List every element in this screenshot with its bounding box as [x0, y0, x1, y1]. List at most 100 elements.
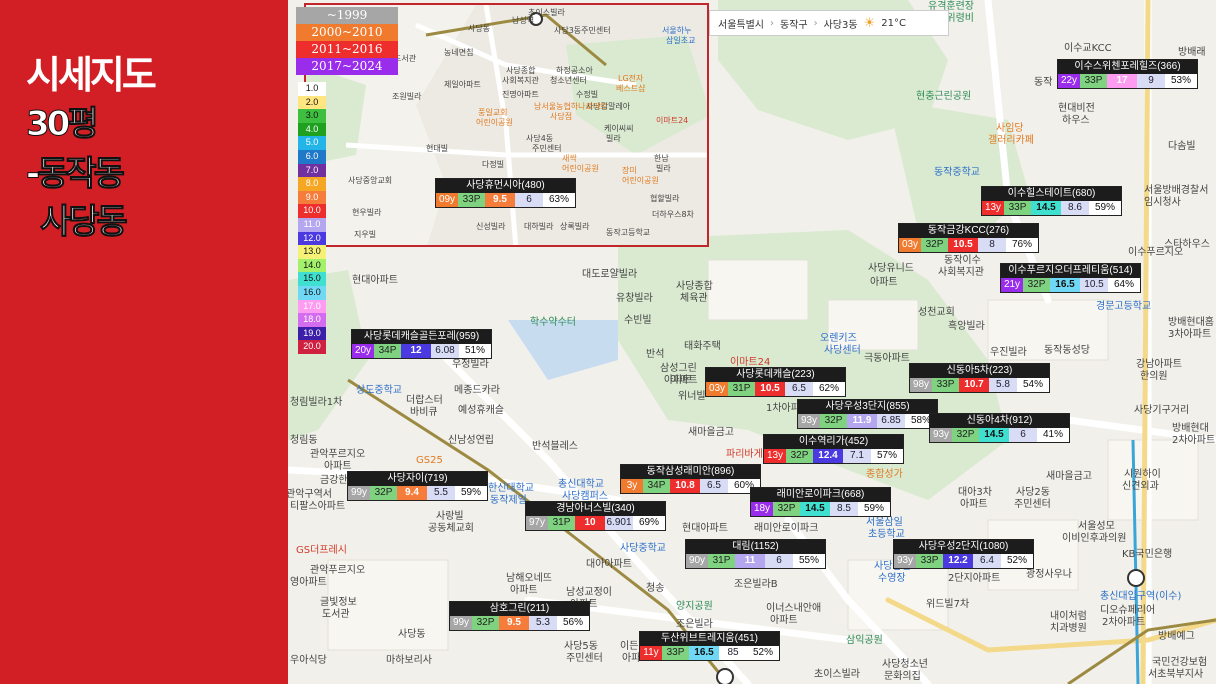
apartment-label[interactable]: 이수스위첸포레힐즈(366) 22y 33P 17 9 53% — [1058, 60, 1197, 88]
apartment-price: 9.5 — [485, 193, 515, 207]
apartment-size: 33P — [662, 646, 689, 660]
place-label: 광정사우나 — [1026, 569, 1072, 580]
price-scale-item: 3.0 — [298, 109, 326, 123]
place-label: 사당청소년 — [882, 659, 928, 670]
place-label: 학수약수터 — [530, 317, 576, 328]
apartment-price: 12 — [401, 344, 431, 358]
place-label: 남해오네뜨 — [506, 573, 552, 584]
place-label: 대도로얄빌라 — [582, 269, 638, 280]
apartment-label[interactable]: 동작삼성래미안(896) 3y 34P 10.8 6.5 60% — [621, 465, 760, 493]
place-label: 이비인후과의원 — [1062, 533, 1127, 544]
inset-place-label: 서울하누 — [662, 26, 692, 35]
apartment-label[interactable]: 사당우성3단지(855) 93y 32P 11.9 6.85 58% — [798, 400, 937, 428]
place-label: 사당2동 — [1016, 487, 1050, 498]
map-viewport[interactable]: 유격훈련장 전적위령비 이수교KCC 방배래 동작 현대비전 하우스 현충근린공… — [288, 0, 1216, 684]
apartment-ratio: 54% — [1017, 378, 1049, 392]
apartment-name: 대림(1152) — [686, 540, 825, 554]
apartment-age: 99y — [450, 616, 472, 630]
apartment-price-secondary: 85 — [719, 646, 747, 660]
apartment-label[interactable]: 사당휴먼시아(480) 09y 33P 9.5 6 63% — [436, 179, 575, 207]
apartment-label[interactable]: 이수힐스테이트(680) 13y 33P 14.5 8.6 59% — [982, 187, 1121, 215]
breadcrumb-dong[interactable]: 사당3동 — [824, 16, 858, 31]
apartment-size: 31P — [728, 382, 755, 396]
place-label: 아파트 — [770, 615, 798, 626]
apartment-ratio: 62% — [813, 382, 845, 396]
place-label: 수빈빌 — [624, 315, 652, 326]
inset-place-label: 청소년센터 — [550, 76, 587, 85]
place-label: 신남성연립 — [448, 435, 494, 446]
place-label: 3차아파트 — [1168, 329, 1212, 340]
apartment-price-secondary: 6.4 — [973, 554, 1001, 568]
place-label: GS더프레시 — [296, 545, 347, 556]
inset-place-label: LG전자 — [618, 74, 644, 83]
inset-place-label: 사당동 — [468, 24, 491, 33]
inset-place-label: 협할빌라 — [650, 194, 680, 203]
apartment-label[interactable]: 동작금강KCC(276) 03y 32P 10.5 8 76% — [899, 224, 1038, 252]
apartment-label[interactable]: 사당롯데캐슬(223) 03y 31P 10.5 6.5 62% — [706, 368, 845, 396]
apartment-label[interactable]: 두산위브트레지움(451) 11y 33P 16.5 85 52% — [640, 632, 779, 660]
place-label: 이수교KCC — [1064, 43, 1112, 54]
place-label: 서초북부지사 — [1148, 669, 1204, 680]
inset-place-label: 사당점 — [550, 112, 573, 121]
inset-place-label: 수정빌 — [576, 90, 599, 99]
apartment-ratio: 57% — [871, 449, 903, 463]
apartment-ratio: 59% — [858, 502, 890, 516]
place-label: 티팔스아파트 — [290, 501, 346, 512]
place-label: 사임당 — [996, 123, 1024, 134]
apartment-stats-row: 21y 32P 16.5 10.5 64% — [1001, 278, 1140, 292]
price-scale-item: 12.0 — [298, 231, 326, 246]
apartment-name: 이수힐스테이트(680) — [982, 187, 1121, 201]
apartment-label[interactable]: 신동아4차(912) 93y 32P 14.5 6 41% — [930, 414, 1069, 442]
place-label: 도서관 — [322, 609, 350, 620]
breadcrumb-city[interactable]: 서울특별시 — [718, 16, 764, 31]
apartment-label[interactable]: 사당자이(719) 99y 32P 9.4 5.5 59% — [348, 472, 487, 500]
breadcrumb-district[interactable]: 동작구 — [780, 16, 808, 31]
apartment-size: 32P — [820, 414, 847, 428]
chevron-right-icon: › — [813, 17, 818, 29]
apartment-name: 이수푸르지오더프레티움(514) — [1001, 264, 1140, 278]
place-label: 양지공원 — [676, 601, 713, 612]
inset-place-label: 조원빌라 — [392, 92, 422, 101]
apartment-price: 10.5 — [755, 382, 785, 396]
apartment-stats-row: 98y 33P 10.7 5.8 54% — [910, 378, 1049, 392]
apartment-label[interactable]: 삼호그린(211) 99y 32P 9.5 5.3 56% — [450, 602, 589, 630]
apartment-label[interactable]: 신동아5차(223) 98y 33P 10.7 5.8 54% — [910, 364, 1049, 392]
apartment-label[interactable]: 사당롯데캐슬골든포레(959) 20y 34P 12 6.08 51% — [352, 330, 491, 358]
inset-place-label: 사당3동주민센터 — [554, 26, 611, 35]
apartment-ratio: 69% — [633, 516, 665, 530]
apartment-label[interactable]: 이수역리가(452) 13y 32P 12.4 7.1 57% — [764, 435, 903, 463]
apartment-age: 3y — [621, 479, 643, 493]
apartment-label[interactable]: 사당우성2단지(1080) 93y 33P 12.2 6.4 52% — [894, 540, 1033, 568]
place-label: 우정빌라 — [452, 359, 489, 370]
place-label: 동작제일 — [490, 495, 527, 506]
apartment-stats-row: 20y 34P 12 6.08 51% — [352, 344, 491, 358]
weather-temperature: 21°C — [881, 17, 906, 29]
place-label: 조은빌라B — [734, 579, 778, 590]
inset-place-label: 빌라 — [606, 134, 621, 143]
place-label: 글빛정보 — [320, 597, 357, 608]
price-scale-item: 17.0 — [298, 299, 326, 314]
apartment-label[interactable]: 대림(1152) 90y 31P 11 6 55% — [686, 540, 825, 568]
apartment-age: 11y — [640, 646, 662, 660]
apartment-label[interactable]: 래미안로이파크(668) 18y 32P 14.5 8.5 59% — [751, 488, 890, 516]
price-scale-item: 20.0 — [298, 340, 326, 354]
apartment-price: 9.4 — [397, 486, 427, 500]
apartment-price: 17 — [1107, 74, 1137, 88]
place-label: 방배현대홈 — [1168, 317, 1214, 328]
apartment-ratio: 76% — [1006, 238, 1038, 252]
location-breadcrumb[interactable]: 서울특별시 › 동작구 › 사당3동 ☀ 21°C — [709, 10, 949, 36]
apartment-price: 12.4 — [813, 449, 843, 463]
era-legend-item: ~1999 — [296, 7, 398, 24]
apartment-size: 34P — [643, 479, 670, 493]
apartment-label[interactable]: 경남아너스빌(340) 97y 31P 10 6.901 69% — [526, 502, 665, 530]
place-label: 청림동 — [290, 435, 318, 446]
apartment-size: 33P — [932, 378, 959, 392]
place-label: 초이스빌라 — [814, 669, 860, 680]
apartment-price-secondary: 6 — [515, 193, 543, 207]
apartment-name: 래미안로이파크(668) — [751, 488, 890, 502]
apartment-label[interactable]: 이수푸르지오더프레티움(514) 21y 32P 16.5 10.5 64% — [1001, 264, 1140, 292]
inset-place-label: 빌라 — [656, 164, 671, 173]
place-label: 바비큐 — [410, 407, 438, 418]
place-label: 경문고등학교 — [1096, 301, 1152, 312]
apartment-age: 21y — [1001, 278, 1023, 292]
